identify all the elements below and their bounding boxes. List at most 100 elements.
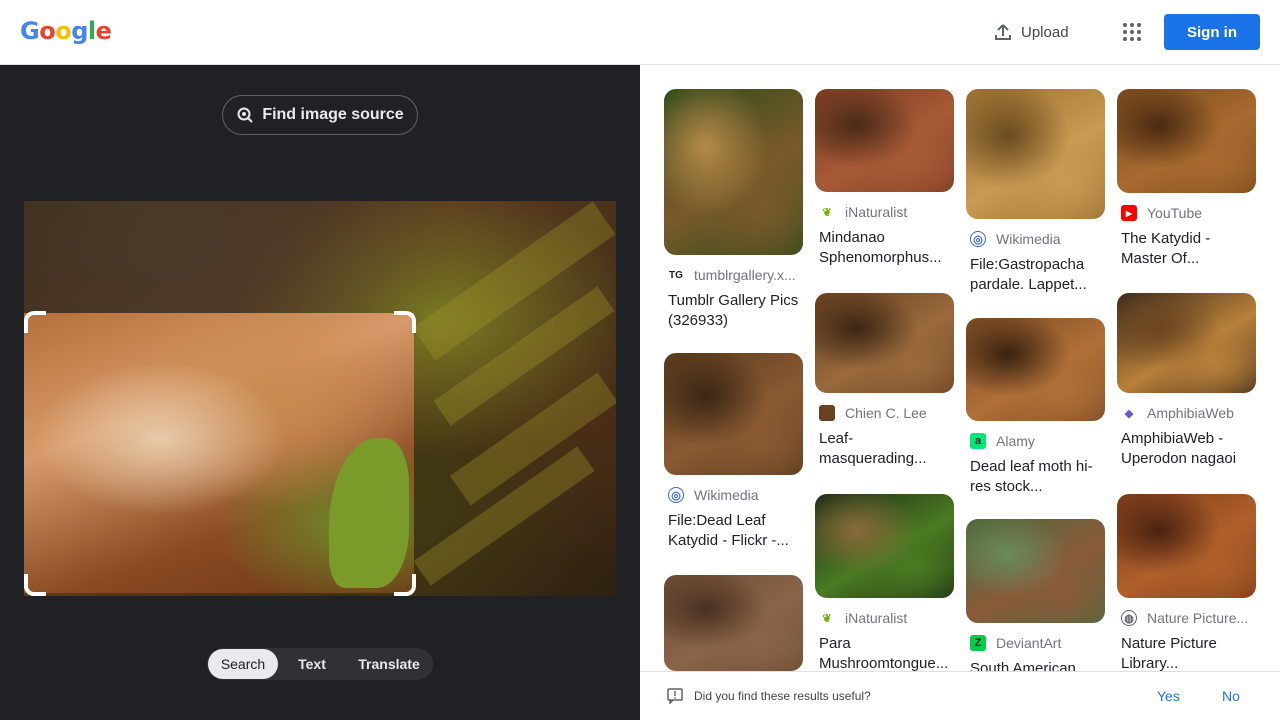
wikimedia-icon: ◎ — [970, 231, 986, 247]
tab-translate[interactable]: Translate — [346, 649, 432, 679]
logo-letter: e — [95, 17, 112, 45]
result-title[interactable]: Dead leaf moth hi-res stock... — [966, 457, 1105, 497]
result-title[interactable]: Tumblr Gallery Pics (326933) — [664, 291, 803, 331]
find-image-source-button[interactable]: Find image source — [222, 95, 418, 135]
apps-grid-icon[interactable] — [1120, 20, 1144, 44]
feedback-no-button[interactable]: No — [1222, 688, 1240, 704]
result-title[interactable]: AmphibiaWeb - Uperodon nagaoi — [1117, 429, 1256, 469]
result-thumbnail[interactable] — [966, 519, 1105, 623]
result-thumbnail[interactable] — [1117, 293, 1256, 393]
query-image-panel: Find image source Search Text Translate — [0, 65, 640, 720]
result-source[interactable]: Chien C. Lee — [815, 403, 954, 423]
upload-label: Upload — [1021, 23, 1069, 41]
upload-button[interactable]: Upload — [993, 20, 1069, 44]
result-source-label: DeviantArt — [996, 635, 1062, 651]
result-card[interactable]: ◆ AmphibiaWeb AmphibiaWeb - Uperodon nagao… — [1117, 293, 1256, 469]
result-thumbnail[interactable] — [815, 494, 954, 598]
google-logo[interactable]: Google — [20, 17, 112, 45]
result-card[interactable]: a Alamy Dead leaf moth hi-res stock... — [966, 318, 1105, 497]
result-card[interactable]: Chien C. Lee Leaf-masquerading... — [815, 293, 954, 469]
deviantart-icon: Z — [970, 635, 986, 651]
logo-letter: o — [39, 17, 56, 45]
result-card[interactable]: Z DeviantArt South American... — [966, 519, 1105, 671]
result-card[interactable]: ▶ YouTube The Katydid - Master Of... — [1117, 89, 1256, 269]
result-source[interactable]: Z DeviantArt — [966, 633, 1105, 653]
inaturalist-icon: ❦ — [819, 204, 835, 220]
result-title[interactable]: Leaf-masquerading... — [815, 429, 954, 469]
result-thumbnail[interactable] — [966, 89, 1105, 219]
result-source[interactable]: ◎ Wikimedia — [664, 485, 803, 505]
wikimedia-icon: ◎ — [668, 487, 684, 503]
result-title[interactable]: South American... — [966, 659, 1105, 671]
result-source-label: Alamy — [996, 433, 1035, 449]
youtube-icon: ▶ — [1121, 205, 1137, 221]
upload-icon — [995, 24, 1011, 40]
crop-selection-region[interactable] — [24, 313, 414, 593]
result-title[interactable]: Nature Picture Library... — [1117, 634, 1256, 671]
result-source-label: Nature Picture... — [1147, 610, 1249, 626]
crop-handle-top-left[interactable] — [24, 311, 46, 333]
result-source-label: tumblrgallery.x... — [694, 267, 796, 283]
inaturalist-icon: ❦ — [819, 610, 835, 626]
result-source[interactable]: TG tumblrgallery.x... — [664, 265, 803, 285]
amphibiaweb-icon: ◆ — [1121, 405, 1137, 421]
result-source-label: Wikimedia — [996, 231, 1061, 247]
crop-handle-top-right[interactable] — [394, 311, 416, 333]
result-source[interactable]: ❦ iNaturalist — [815, 202, 954, 222]
result-source[interactable]: ◆ AmphibiaWeb — [1117, 403, 1256, 423]
feedback-question: Did you find these results useful? — [694, 689, 871, 703]
result-source[interactable]: a Alamy — [966, 431, 1105, 451]
top-bar: Google Upload Sign in — [0, 0, 1280, 65]
result-source-label: YouTube — [1147, 205, 1203, 221]
result-thumbnail[interactable] — [664, 575, 803, 671]
tab-search[interactable]: Search — [208, 649, 278, 679]
result-title[interactable]: Para Mushroomtongue... — [815, 634, 954, 671]
result-card[interactable]: ◍ Nature Picture... Nature Picture Library… — [1117, 494, 1256, 671]
logo-letter: G — [20, 17, 40, 45]
crop-handle-bottom-right[interactable] — [394, 574, 416, 596]
result-title[interactable]: File:Dead Leaf Katydid - Flickr -... — [664, 511, 803, 551]
result-source-label: iNaturalist — [845, 204, 908, 220]
logo-letter: o — [55, 17, 72, 45]
result-thumbnail[interactable] — [664, 89, 803, 255]
alamy-icon: a — [970, 433, 986, 449]
tab-text[interactable]: Text — [278, 649, 346, 679]
chien-icon — [819, 405, 835, 421]
result-source[interactable]: ◍ Nature Picture... — [1117, 608, 1256, 628]
find-image-source-label: Find image source — [262, 106, 404, 123]
result-source-label: Wikimedia — [694, 487, 759, 503]
result-card[interactable]: ◎ Wikimedia File:Gastropacha pardale. Lapp… — [966, 89, 1105, 295]
result-thumbnail[interactable] — [1117, 494, 1256, 598]
result-card[interactable]: ◎ Wikimedia File:Dead Leaf Katydid - Flick… — [664, 353, 803, 551]
result-title[interactable]: Mindanao Sphenomorphus... — [815, 228, 954, 268]
result-thumbnail[interactable] — [815, 89, 954, 192]
mode-tabs: Search Text Translate — [207, 648, 433, 680]
result-thumbnail[interactable] — [966, 318, 1105, 421]
result-title[interactable]: File:Gastropacha pardale. Lappet... — [966, 255, 1105, 295]
tg-icon: TG — [668, 267, 684, 283]
result-thumbnail[interactable] — [664, 353, 803, 475]
result-source-label: iNaturalist — [845, 610, 908, 626]
crop-handle-bottom-left[interactable] — [24, 574, 46, 596]
lens-search-icon — [237, 107, 254, 123]
feedback-bar: Did you find these results useful? Yes N… — [640, 671, 1280, 720]
globe-icon: ◍ — [1121, 610, 1137, 626]
result-source[interactable]: ◎ Wikimedia — [966, 229, 1105, 249]
logo-letter: g — [71, 17, 88, 45]
result-source[interactable]: ❦ iNaturalist — [815, 608, 954, 628]
logo-letter: l — [87, 17, 96, 45]
result-card[interactable]: ❦ iNaturalist Mindanao Sphenomorphus... — [815, 89, 954, 268]
sign-in-button[interactable]: Sign in — [1164, 14, 1260, 50]
result-title[interactable]: The Katydid - Master Of... — [1117, 229, 1256, 269]
result-source-label: AmphibiaWeb — [1147, 405, 1234, 421]
feedback-yes-button[interactable]: Yes — [1157, 688, 1180, 704]
result-source-label: Chien C. Lee — [845, 405, 927, 421]
result-thumbnail[interactable] — [1117, 89, 1256, 193]
result-card[interactable]: ❦ iNaturalist Para Mushroomtongue... — [815, 494, 954, 671]
visual-matches-grid: TG tumblrgallery.x... Tumblr Gallery Pics … — [640, 65, 1280, 671]
result-card[interactable]: TG tumblrgallery.x... Tumblr Gallery Pics … — [664, 89, 803, 331]
feedback-icon — [667, 688, 683, 704]
result-source[interactable]: ▶ YouTube — [1117, 203, 1256, 223]
result-thumbnail[interactable] — [815, 293, 954, 393]
result-card[interactable] — [664, 575, 803, 671]
